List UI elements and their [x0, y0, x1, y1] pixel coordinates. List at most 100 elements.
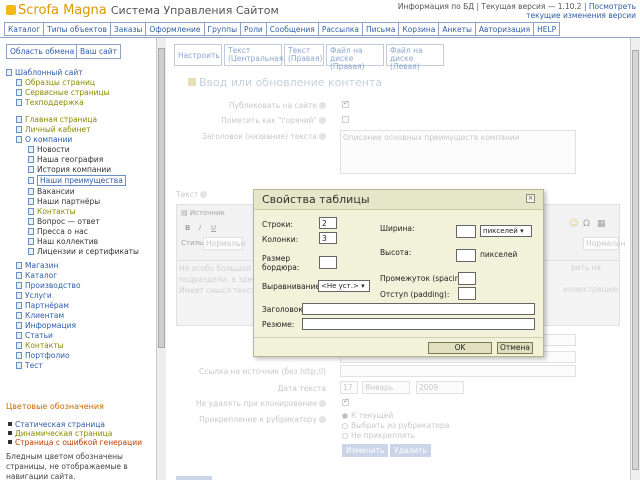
menu-item[interactable]: Анкеты — [438, 22, 475, 36]
top-bar: Scrofa Magna Система Управления Сайтом И… — [0, 0, 640, 20]
tree-item[interactable]: Техподдержка — [16, 98, 84, 108]
tree-item-label: Пресса о нас — [37, 227, 88, 236]
page-icon — [16, 99, 22, 106]
page-icon — [16, 89, 22, 96]
tree-item-label: Вопрос — ответ — [37, 217, 100, 226]
tree-item-label: Сервисные страницы — [25, 88, 110, 97]
width-label: Ширина: — [380, 224, 415, 233]
tree-item[interactable]: Информация — [16, 321, 76, 331]
tree-item[interactable]: Вопрос — ответ — [28, 217, 100, 227]
menu-item[interactable]: Письма — [362, 22, 399, 36]
page-icon — [28, 248, 34, 255]
tree-item-label: Производство — [25, 281, 81, 290]
table-properties-dialog: Свойства таблицы × Строки: 2 Колонки: 3 … — [253, 189, 544, 357]
tree-item-label: Контакты — [37, 207, 76, 216]
width-input[interactable] — [456, 225, 476, 238]
tree-item[interactable]: Образцы страниц — [16, 78, 95, 88]
tree-item[interactable]: Наш коллектив — [28, 237, 98, 247]
tree-item[interactable]: Контакты — [16, 341, 64, 351]
menu-item[interactable]: HELP — [533, 22, 561, 36]
page-icon — [16, 262, 22, 269]
tree-item[interactable]: Сервисные страницы — [16, 88, 110, 98]
your-site-button[interactable]: Ваш сайт — [76, 44, 121, 59]
tree-item[interactable]: Контакты — [28, 207, 76, 217]
menu-item[interactable]: Рассылка — [317, 22, 363, 36]
align-label: Выравнивание: — [262, 282, 323, 291]
version-info: Информация по БД | Текущая версия — 1.10… — [366, 2, 636, 20]
menu-item[interactable]: Каталог — [4, 22, 44, 36]
cols-input[interactable]: 3 — [319, 232, 337, 244]
menu-item[interactable]: Заказы — [109, 22, 146, 36]
sidebar-scrollbar[interactable] — [156, 38, 166, 480]
exchange-area-button[interactable]: Область обмена — [6, 44, 79, 59]
tree-item-label: Клиентам — [25, 311, 65, 320]
rows-label: Строки: — [262, 220, 293, 229]
tree-item[interactable]: Статьи — [16, 331, 53, 341]
tree-item-label: Наша география — [37, 155, 104, 164]
scrollbar-thumb[interactable] — [632, 50, 639, 470]
page-icon — [28, 146, 34, 153]
scrollbar-thumb[interactable] — [158, 48, 165, 348]
tree-item[interactable]: История компании — [28, 165, 111, 175]
bullet-icon — [8, 422, 12, 426]
summary-input[interactable] — [302, 318, 535, 330]
tree-item[interactable]: Главная страница — [16, 115, 97, 125]
caption-label: Заголовок: — [262, 305, 306, 314]
tree-item-label: Новости — [37, 145, 70, 154]
menu-item[interactable]: Роли — [240, 22, 266, 36]
legend-dynamic-label: Динамическая страница — [15, 429, 113, 438]
tree-item-label: Тест — [25, 361, 43, 370]
align-select[interactable]: <Не уст.> ▾ — [318, 280, 370, 292]
legend-static-label: Статическая страница — [15, 420, 105, 429]
sidebar-note: Бледным цветом обозначены страницы, не о… — [6, 452, 128, 480]
tree-item[interactable]: Наши партнёры — [28, 197, 100, 207]
tree-item-label: Наши преимущества — [37, 175, 126, 186]
main-scrollbar[interactable] — [630, 38, 640, 480]
tree-item[interactable]: Каталог — [16, 271, 57, 281]
menu-item[interactable]: Группы — [203, 22, 241, 36]
tree-item[interactable]: Производство — [16, 281, 81, 291]
tree-item[interactable]: Партнёрам — [16, 301, 69, 311]
tree-item-label: Статьи — [25, 331, 53, 340]
menu-item[interactable]: Оформление — [145, 22, 204, 36]
page-icon — [16, 322, 22, 329]
tree-item[interactable]: О компании — [16, 135, 72, 145]
rows-input[interactable]: 2 — [319, 217, 337, 229]
menu-item[interactable]: Сообщения — [265, 22, 318, 36]
padding-input[interactable] — [458, 287, 476, 300]
border-input[interactable] — [319, 256, 337, 269]
caption-input[interactable] — [302, 303, 535, 315]
tree-item[interactable]: Магазин — [16, 261, 58, 271]
tree-item[interactable]: Портфолио — [16, 351, 70, 361]
tree-item[interactable]: Услуги — [16, 291, 52, 301]
menu-item[interactable]: Корзина — [398, 22, 439, 36]
page-icon — [16, 282, 22, 289]
legend-error: Страница с ошибкой генерации — [8, 438, 142, 447]
tree-item[interactable]: Клиентам — [16, 311, 64, 321]
tree-item-label: Магазин — [25, 261, 59, 270]
height-input[interactable] — [456, 249, 476, 262]
dialog-footer: OK Отмена — [254, 337, 543, 357]
ok-button[interactable]: OK — [428, 342, 492, 354]
cancel-button[interactable]: Отмена — [497, 342, 533, 354]
page-icon — [16, 302, 22, 309]
page-icon — [28, 177, 34, 184]
tree-item[interactable]: Пресса о нас — [28, 227, 88, 237]
tree-item[interactable]: Наша география — [28, 155, 103, 165]
menu-item[interactable]: Типы объектов — [43, 22, 110, 36]
tree-item[interactable]: Наши преимущества — [28, 175, 126, 186]
close-icon[interactable]: × — [526, 194, 535, 203]
tree-item[interactable]: Личный кабинет — [16, 125, 91, 135]
tree-item[interactable]: Вакансии — [28, 187, 75, 197]
tree-item[interactable]: Тест — [16, 361, 43, 371]
width-unit-select[interactable]: пикселей ▾ — [480, 225, 532, 237]
tree-item-label: Главная страница — [25, 115, 98, 124]
spacing-input[interactable] — [458, 272, 476, 285]
dialog-header[interactable]: Свойства таблицы × — [254, 190, 543, 210]
align-select-value: <Не уст.> — [321, 282, 359, 290]
tree-item[interactable]: Шаблонный сайт — [6, 68, 83, 78]
tree-item[interactable]: Лицензии и сертификаты — [28, 247, 139, 257]
tree-item-label: Наши партнёры — [37, 197, 101, 206]
tree-item[interactable]: Новости — [28, 145, 70, 155]
menu-item[interactable]: Авторизация — [474, 22, 534, 36]
